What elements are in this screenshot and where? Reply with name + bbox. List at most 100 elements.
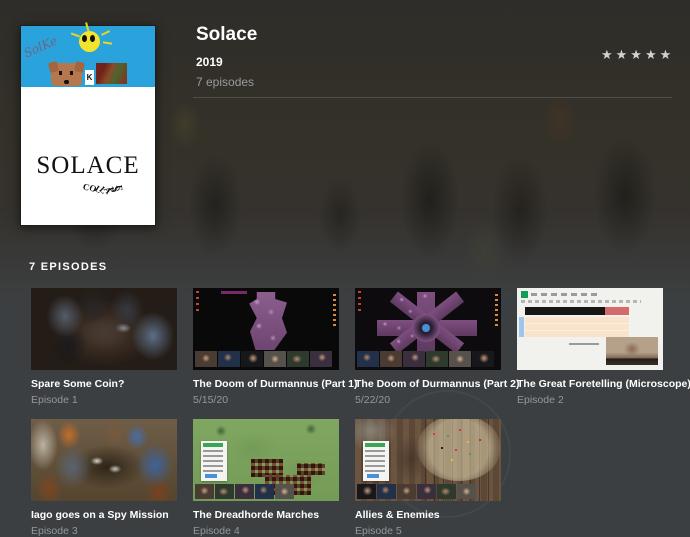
episode-thumbnail[interactable] bbox=[355, 419, 501, 501]
sun-ray bbox=[85, 22, 90, 32]
episode-title[interactable]: The Dreadhorde Marches bbox=[193, 509, 339, 521]
episode-thumbnail[interactable] bbox=[355, 288, 501, 370]
webcam bbox=[397, 484, 416, 499]
show-poster[interactable]: SolKe K SOLACE COLLAPSE bbox=[20, 22, 156, 226]
sun-eye bbox=[90, 35, 95, 42]
section-heading: 7 EPISODES bbox=[29, 261, 108, 273]
webcam bbox=[195, 484, 214, 499]
spreadsheet-row bbox=[525, 324, 629, 330]
spreadsheet-menu-bar bbox=[531, 293, 601, 296]
episode-subtitle: 5/22/20 bbox=[355, 394, 391, 406]
vtt-hud bbox=[196, 291, 199, 313]
episode-title[interactable]: Allies & Enemies bbox=[355, 509, 501, 521]
episode-card: The Great Foretelling (Microscope) Episo… bbox=[517, 288, 690, 406]
panel-button bbox=[205, 474, 217, 478]
vtt-map-art bbox=[249, 292, 287, 350]
token-formation bbox=[297, 463, 325, 475]
star-rating[interactable]: ★★★★★ bbox=[601, 47, 674, 63]
sun-ray bbox=[101, 30, 110, 36]
vtt-hud bbox=[333, 294, 336, 328]
episode-subtitle: Episode 3 bbox=[31, 525, 78, 537]
episode-card: The Doom of Durmannus (Part 2) 5/22/20 bbox=[355, 288, 520, 406]
token-formation bbox=[265, 475, 311, 495]
episode-thumbnail[interactable] bbox=[193, 419, 339, 501]
episode-count: 7 episodes bbox=[196, 75, 255, 89]
episode-title[interactable]: Spare Some Coin? bbox=[31, 378, 177, 390]
episode-subtitle: Episode 2 bbox=[517, 394, 564, 406]
dog-nose bbox=[64, 80, 69, 84]
fortress-wall-art bbox=[425, 419, 495, 501]
vtt-map-center bbox=[412, 314, 440, 342]
episode-title[interactable]: The Doom of Durmannus (Part 1) bbox=[193, 378, 358, 390]
vtt-map-art bbox=[417, 292, 435, 352]
episode-title[interactable]: Iago goes on a Spy Mission bbox=[31, 509, 177, 521]
webcam bbox=[264, 351, 286, 367]
webcam bbox=[215, 484, 234, 499]
webcam bbox=[403, 351, 425, 367]
poster-photo-collage bbox=[96, 63, 127, 84]
episode-card: Allies & Enemies Episode 5 bbox=[355, 419, 501, 537]
episode-subtitle: Episode 1 bbox=[31, 394, 78, 406]
panel-list bbox=[365, 450, 385, 472]
token-formation bbox=[251, 459, 283, 477]
webcam bbox=[437, 484, 456, 499]
dog-ear bbox=[73, 61, 86, 73]
dog-icon bbox=[47, 61, 86, 86]
webcam bbox=[449, 351, 471, 367]
panel-list bbox=[203, 450, 223, 472]
poster-arc-text: COLLAPSE bbox=[81, 181, 125, 196]
webcam bbox=[235, 484, 254, 499]
webcam-strip bbox=[357, 351, 494, 367]
poster-tag-icon: K bbox=[85, 70, 94, 85]
episode-card: Iago goes on a Spy Mission Episode 3 bbox=[31, 419, 177, 537]
vtt-hud bbox=[221, 291, 247, 294]
sun-ray bbox=[71, 32, 80, 37]
episode-thumbnail[interactable] bbox=[517, 288, 663, 370]
poster-signature: SolKe bbox=[21, 33, 60, 61]
vtt-side-panel bbox=[363, 441, 389, 481]
webcam bbox=[426, 351, 448, 367]
vtt-side-panel bbox=[201, 441, 227, 481]
vtt-map-art bbox=[389, 291, 465, 354]
spreadsheet-icon bbox=[521, 291, 528, 298]
episode-thumbnail[interactable] bbox=[31, 419, 177, 501]
webcam bbox=[275, 484, 294, 499]
webcam bbox=[377, 484, 396, 499]
webcam bbox=[310, 351, 332, 367]
episode-subtitle: 5/15/20 bbox=[193, 394, 229, 406]
poster-sky-art: SolKe K bbox=[21, 22, 155, 87]
spreadsheet-link-line bbox=[569, 343, 599, 345]
webcam bbox=[606, 337, 658, 365]
spreadsheet-row bbox=[525, 331, 629, 337]
episode-grid: Spare Some Coin? Episode 1 The Doom of D… bbox=[31, 288, 690, 537]
webcam bbox=[357, 484, 376, 499]
show-meta: Solace 2019 7 episodes bbox=[196, 24, 257, 89]
header-divider bbox=[193, 97, 672, 98]
sun-icon bbox=[79, 31, 100, 52]
episode-title[interactable]: The Great Foretelling (Microscope) bbox=[517, 378, 690, 390]
webcam bbox=[255, 484, 274, 499]
spreadsheet-side-cells bbox=[519, 317, 524, 337]
webcam bbox=[218, 351, 240, 367]
dog-eye bbox=[70, 71, 73, 75]
webcam bbox=[457, 484, 476, 499]
webcam-strip bbox=[195, 484, 294, 499]
webcam bbox=[357, 351, 379, 367]
panel-header bbox=[203, 443, 223, 447]
webcam bbox=[241, 351, 263, 367]
vtt-hud bbox=[358, 291, 361, 313]
episode-subtitle: Episode 4 bbox=[193, 525, 240, 537]
sun-ray bbox=[102, 41, 113, 45]
episode-title[interactable]: The Doom of Durmannus (Part 2) bbox=[355, 378, 520, 390]
light-radius bbox=[417, 419, 501, 481]
episode-card: The Doom of Durmannus (Part 1) 5/15/20 bbox=[193, 288, 358, 406]
show-year: 2019 bbox=[196, 55, 223, 69]
webcam-strip bbox=[357, 484, 476, 499]
panel-header bbox=[365, 443, 385, 447]
vtt-hud bbox=[495, 294, 498, 328]
episode-thumbnail[interactable] bbox=[31, 288, 177, 370]
webcam bbox=[417, 484, 436, 499]
episode-thumbnail[interactable] bbox=[193, 288, 339, 370]
episode-card: Spare Some Coin? Episode 1 bbox=[31, 288, 177, 406]
dog-ear bbox=[47, 61, 60, 73]
